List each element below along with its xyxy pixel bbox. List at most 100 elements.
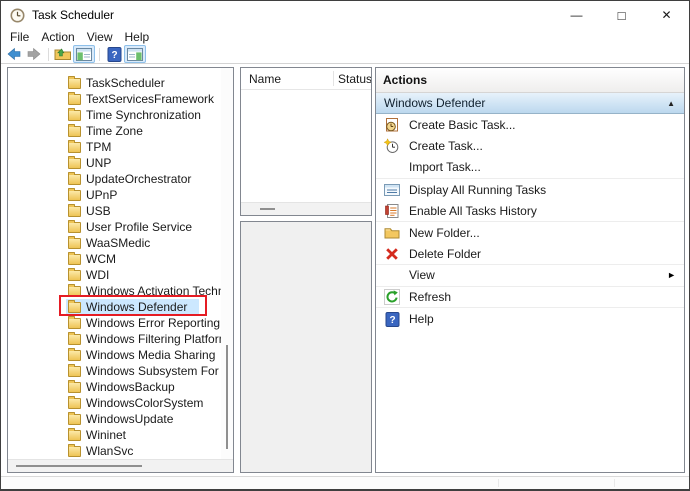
- folder-icon: [68, 142, 81, 153]
- minimize-button[interactable]: —: [554, 1, 599, 29]
- tree-item[interactable]: Windows Error Reporting: [8, 315, 233, 331]
- tree-item[interactable]: Windows Filtering Platform: [8, 331, 233, 347]
- tree-horizontal-scrollbar-thumb[interactable]: [16, 465, 142, 467]
- submenu-arrow-icon: ►: [667, 270, 676, 280]
- toolbar: ?: [1, 45, 689, 64]
- tree-item[interactable]: WindowsColorSystem: [8, 395, 233, 411]
- annotation-red-box: [59, 295, 207, 316]
- menu-help[interactable]: Help: [119, 30, 156, 44]
- actions-list: Create Basic Task... Create Task... Impo…: [376, 114, 684, 330]
- tree-item[interactable]: USB: [8, 203, 233, 219]
- tree-item[interactable]: WaaSMedic: [8, 235, 233, 251]
- folder-icon: [68, 414, 81, 425]
- action-display-all-running-tasks[interactable]: Display All Running Tasks: [376, 179, 684, 201]
- action-create-basic-task[interactable]: Create Basic Task...: [376, 114, 684, 136]
- tree-item[interactable]: WCM: [8, 251, 233, 267]
- actions-panel: Actions Windows Defender ▲ Create Basic …: [375, 67, 685, 473]
- tree-item[interactable]: WlanSvc: [8, 443, 233, 459]
- toolbar-separator: [99, 48, 100, 61]
- folder-icon: [68, 270, 81, 281]
- action-refresh[interactable]: Refresh: [376, 287, 684, 309]
- close-button[interactable]: ✕: [644, 1, 689, 29]
- tree-item[interactable]: UpdateOrchestrator: [8, 171, 233, 187]
- show-action-pane-toggle[interactable]: [124, 45, 146, 63]
- status-bar: [1, 476, 689, 489]
- tree-item[interactable]: TextServicesFramework: [8, 91, 233, 107]
- tree-item[interactable]: WDI: [8, 267, 233, 283]
- toolbar-separator: [48, 48, 49, 61]
- console-tree: TaskScheduler TextServicesFramework Time…: [8, 75, 233, 473]
- action-create-task[interactable]: Create Task...: [376, 136, 684, 158]
- enable-all-tasks-history-icon: [384, 203, 400, 219]
- tree-item[interactable]: TPM: [8, 139, 233, 155]
- action-import-task[interactable]: Import Task...: [376, 157, 684, 179]
- tree-item[interactable]: WindowsUpdate: [8, 411, 233, 427]
- maximize-button[interactable]: □: [599, 1, 644, 29]
- folder-icon: [68, 110, 81, 121]
- actions-group-header[interactable]: Windows Defender ▲: [376, 93, 684, 114]
- create-task-icon: [384, 138, 400, 154]
- column-divider[interactable]: [333, 71, 334, 86]
- folder-icon: [68, 334, 81, 345]
- tree-item[interactable]: Windows Subsystem For Lir: [8, 363, 233, 379]
- tree-vertical-scrollbar-thumb[interactable]: [226, 345, 228, 449]
- action-new-folder[interactable]: New Folder...: [376, 222, 684, 244]
- back-icon: [6, 47, 22, 61]
- forward-button[interactable]: [24, 45, 44, 63]
- blank-icon: [384, 267, 400, 283]
- column-header-name[interactable]: Name: [241, 72, 281, 86]
- task-scheduler-window: Task Scheduler — □ ✕ File Action View He…: [0, 0, 690, 491]
- new-folder-icon: [384, 225, 400, 241]
- folder-icon: [68, 190, 81, 201]
- svg-text:?: ?: [111, 50, 117, 61]
- title-bar[interactable]: Task Scheduler — □ ✕: [1, 1, 689, 29]
- up-folder-icon: [54, 46, 72, 62]
- tree-item[interactable]: Windows Media Sharing: [8, 347, 233, 363]
- action-view[interactable]: View ►: [376, 265, 684, 287]
- actions-pane-title: Actions: [376, 68, 684, 93]
- tree-item[interactable]: UNP: [8, 155, 233, 171]
- tree-item[interactable]: Time Zone: [8, 123, 233, 139]
- tree-item[interactable]: User Profile Service: [8, 219, 233, 235]
- folder-icon: [68, 350, 81, 361]
- menu-view[interactable]: View: [81, 30, 119, 44]
- help-button[interactable]: ?: [104, 45, 124, 63]
- tree-item[interactable]: TaskScheduler: [8, 75, 233, 91]
- tree-horizontal-scrollbar[interactable]: [8, 459, 233, 472]
- action-help[interactable]: ? Help: [376, 308, 684, 330]
- action-delete-folder[interactable]: Delete Folder: [376, 244, 684, 266]
- status-bar-divider: [498, 479, 499, 487]
- task-list-horizontal-scrollbar-thumb[interactable]: [260, 208, 275, 210]
- help-icon: ?: [107, 47, 122, 62]
- task-scheduler-clock-icon: [10, 8, 25, 23]
- blank-icon: [384, 159, 400, 175]
- folder-icon: [68, 238, 81, 249]
- folder-icon: [68, 318, 81, 329]
- help-icon: ?: [384, 311, 400, 327]
- svg-text:?: ?: [389, 315, 395, 326]
- create-basic-task-icon: [384, 117, 400, 133]
- up-folder-button[interactable]: [53, 45, 73, 63]
- folder-icon: [68, 382, 81, 393]
- folder-icon: [68, 398, 81, 409]
- tree-item[interactable]: UPnP: [8, 187, 233, 203]
- folder-icon: [68, 94, 81, 105]
- column-header-status[interactable]: Status: [338, 72, 372, 86]
- console-tree-panel: TaskScheduler TextServicesFramework Time…: [7, 67, 234, 473]
- task-list-panel: Name Status: [240, 67, 372, 216]
- back-button[interactable]: [4, 45, 24, 63]
- menu-file[interactable]: File: [4, 30, 35, 44]
- folder-icon: [68, 222, 81, 233]
- task-list-horizontal-scrollbar[interactable]: [241, 202, 371, 215]
- tree-item[interactable]: WindowsBackup: [8, 379, 233, 395]
- show-console-tree-toggle[interactable]: [73, 45, 95, 63]
- refresh-icon: [384, 289, 400, 305]
- folder-icon: [68, 366, 81, 377]
- action-enable-all-tasks-history[interactable]: Enable All Tasks History: [376, 200, 684, 222]
- menu-action[interactable]: Action: [35, 30, 80, 44]
- tree-vertical-scrollbar[interactable]: [221, 68, 233, 459]
- tree-item[interactable]: Wininet: [8, 427, 233, 443]
- folder-icon: [68, 158, 81, 169]
- tree-item[interactable]: Time Synchronization: [8, 107, 233, 123]
- collapse-icon[interactable]: ▲: [667, 99, 675, 108]
